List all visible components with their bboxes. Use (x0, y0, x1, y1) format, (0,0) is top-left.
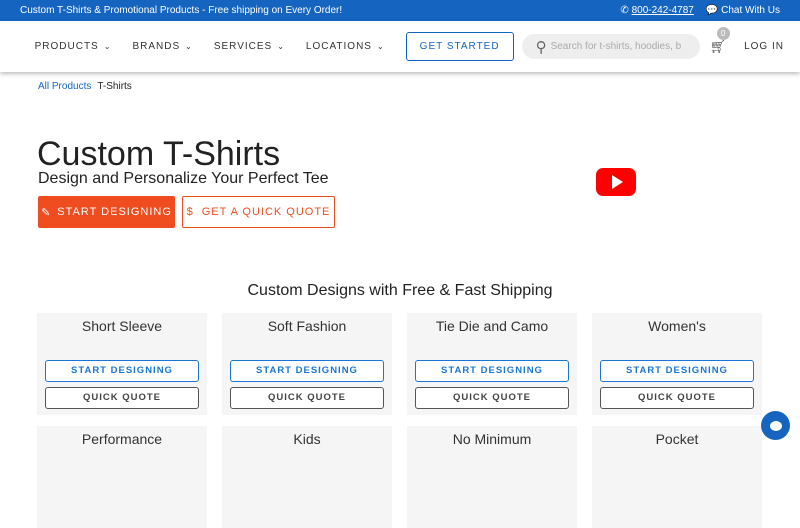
product-card: Tie Die and Camo START DESIGNING QUICK QUO… (407, 313, 577, 415)
brush-icon: ✎ (41, 206, 52, 219)
cart-count-badge: 0 (716, 26, 730, 40)
chat-icon: 💬 (705, 5, 722, 16)
main-nav: PRODUCTS ⌄ BRANDS ⌄ SERVICES ⌄ LOCATIONS ⌄ G… (0, 21, 800, 72)
search-input[interactable]: ⚲Search for t-shirts, hoodies, bags... (521, 34, 700, 59)
quick-quote-button[interactable]: QUICK QUOTE (600, 387, 754, 409)
dollar-icon: $ (186, 206, 194, 218)
chat-link[interactable]: 💬 Chat With Us (706, 5, 780, 16)
page-title: Custom T-Shirts (37, 135, 281, 173)
nav-brands[interactable]: BRANDS ⌄ (132, 41, 192, 52)
product-card: Pocket (592, 426, 762, 528)
chevron-down-icon: ⌄ (103, 42, 112, 51)
product-card: Kids (222, 426, 392, 528)
nav-locations[interactable]: LOCATIONS ⌄ (306, 41, 385, 52)
top-bar: Custom T-Shirts & Promotional Products -… (0, 0, 800, 21)
start-designing-button[interactable]: START DESIGNING (415, 360, 569, 382)
chevron-down-icon: ⌄ (277, 42, 285, 51)
product-card: No Minimum (407, 426, 577, 528)
search-icon: ⚲ (535, 38, 547, 56)
phone-link[interactable]: 800-242-4787 (632, 5, 694, 16)
start-designing-button[interactable]: ✎ START DESIGNING (38, 196, 175, 228)
breadcrumb-all-products[interactable]: All Products (38, 81, 91, 92)
phone-icon: ✆ (620, 5, 632, 16)
breadcrumb: All Products T-Shirts (38, 81, 132, 92)
product-grid: Short Sleeve START DESIGNING QUICK QUOTE S… (37, 313, 762, 528)
youtube-play-icon[interactable] (596, 168, 636, 196)
product-card: Performance (37, 426, 207, 528)
cart-icon: 🛒︎ (709, 38, 727, 54)
quick-quote-button[interactable]: QUICK QUOTE (230, 387, 384, 409)
product-card: Short Sleeve START DESIGNING QUICK QUOTE (37, 313, 207, 415)
section-title: Custom Designs with Free & Fast Shipping (247, 282, 553, 299)
product-card: Soft Fashion START DESIGNING QUICK QUOTE (222, 313, 392, 415)
get-started-button[interactable]: GET STARTED (405, 32, 514, 61)
quick-quote-button[interactable]: QUICK QUOTE (45, 387, 199, 409)
cart-button[interactable]: 🛒︎ 0 (709, 26, 730, 55)
start-designing-button[interactable]: START DESIGNING (600, 360, 754, 382)
nav-products[interactable]: PRODUCTS ⌄ (35, 41, 112, 52)
breadcrumb-current: T-Shirts (97, 81, 132, 92)
login-link[interactable]: LOG IN (744, 41, 784, 52)
page-subtitle: Design and Personalize Your Perfect Tee (38, 170, 329, 187)
chevron-down-icon: ⌄ (185, 42, 193, 51)
start-designing-button[interactable]: START DESIGNING (230, 360, 384, 382)
quick-quote-button[interactable]: QUICK QUOTE (415, 387, 569, 409)
product-card: Women's START DESIGNING QUICK QUOTE (592, 313, 762, 415)
nav-services[interactable]: SERVICES ⌄ (214, 41, 285, 52)
promo-text: Custom T-Shirts & Promotional Products -… (20, 5, 343, 16)
chevron-down-icon: ⌄ (376, 42, 385, 51)
quick-quote-button[interactable]: $ GET A QUICK QUOTE (182, 196, 335, 228)
chat-widget-button[interactable] (761, 411, 790, 440)
start-designing-button[interactable]: START DESIGNING (45, 360, 199, 382)
